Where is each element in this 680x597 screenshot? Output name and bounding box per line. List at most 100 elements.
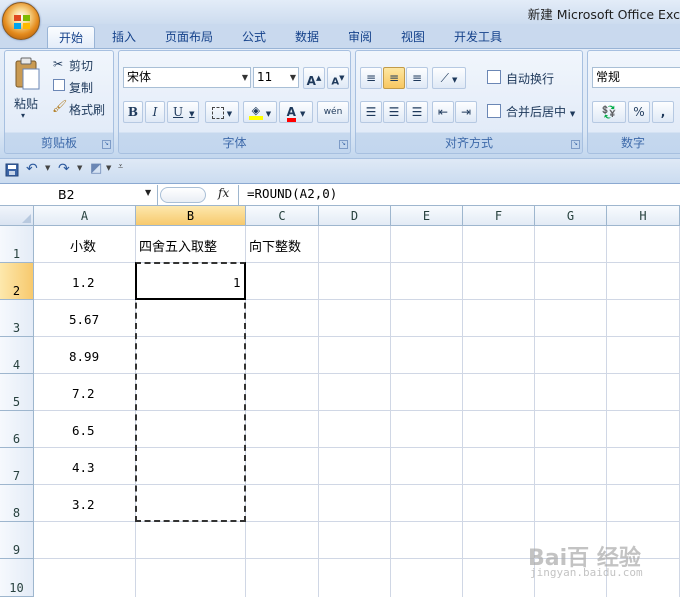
align-bottom-button[interactable]: ≡ xyxy=(406,67,428,89)
column-header-d[interactable]: D xyxy=(319,206,391,226)
active-cell-border xyxy=(135,262,246,300)
gridline xyxy=(34,336,680,337)
save-icon[interactable] xyxy=(5,163,19,177)
row-header-4[interactable]: 4 xyxy=(0,337,34,374)
row-header-6[interactable]: 6 xyxy=(0,411,34,448)
cell-a8[interactable]: 3.2 xyxy=(72,497,95,512)
column-header-e[interactable]: E xyxy=(391,206,463,226)
tab-home[interactable]: 开始 xyxy=(47,26,95,48)
decrease-indent-button[interactable]: ⇤ xyxy=(432,101,454,123)
clipboard-launcher-icon[interactable]: ↘ xyxy=(102,140,111,149)
alignment-group: ≡ ≡ ≡ ⟋ ▼ 自动换行 ☰ ☰ ☰ ⇤ ⇥ 合并后居中 ▼ 对齐方式 ↘ xyxy=(355,50,583,154)
font-color-button[interactable]: A ▼ xyxy=(279,101,313,123)
row-header-9[interactable]: 9 xyxy=(0,522,34,559)
font-color-icon: A xyxy=(286,106,296,122)
tab-page-layout[interactable]: 页面布局 xyxy=(157,26,221,48)
align-middle-button[interactable]: ≡ xyxy=(383,67,405,89)
cell-a1[interactable]: 小数 xyxy=(70,236,96,255)
comma-button[interactable]: , xyxy=(652,101,674,123)
align-left-icon: ☰ xyxy=(365,105,377,119)
paste-dropdown-icon[interactable]: ▾ xyxy=(21,111,25,120)
underline-button[interactable]: U ▼ xyxy=(167,101,199,123)
column-header-a[interactable]: A xyxy=(34,206,136,226)
row-number: 7 xyxy=(12,469,21,483)
increase-indent-icon: ⇥ xyxy=(460,105,472,119)
grow-font-button[interactable]: A▲ xyxy=(303,67,325,89)
tool-dropdown-icon[interactable]: ▼ xyxy=(106,164,111,172)
tab-data[interactable]: 数据 xyxy=(286,26,328,48)
cell-a3[interactable]: 5.67 xyxy=(69,312,99,327)
align-left-button[interactable]: ☰ xyxy=(360,101,382,123)
tab-formulas[interactable]: 公式 xyxy=(232,26,276,48)
customize-qat-icon[interactable]: ⩡ xyxy=(118,162,123,172)
wrap-text-icon xyxy=(487,70,501,84)
row-header-1[interactable]: 1 xyxy=(0,226,34,263)
cell-a7[interactable]: 4.3 xyxy=(72,460,95,475)
formula-bar-splitter[interactable] xyxy=(160,187,206,203)
column-header-f[interactable]: F xyxy=(463,206,535,226)
border-button[interactable]: ▼ xyxy=(205,101,239,123)
select-all-button[interactable] xyxy=(0,206,34,226)
row-header-10[interactable]: 10 xyxy=(0,559,34,597)
office-button[interactable] xyxy=(2,2,40,40)
row-number: 4 xyxy=(12,358,21,372)
paste-button[interactable]: 粘贴 xyxy=(14,95,38,112)
bold-button[interactable]: B xyxy=(123,101,143,123)
font-name-combo[interactable]: 宋体 ▼ xyxy=(123,67,251,88)
increase-indent-button[interactable]: ⇥ xyxy=(455,101,477,123)
row-header-3[interactable]: 3 xyxy=(0,300,34,337)
redo-dropdown-icon[interactable]: ▼ xyxy=(77,164,82,172)
chart-tool-icon[interactable]: ◩ xyxy=(90,161,102,176)
cell-b2[interactable]: 1 xyxy=(233,275,241,290)
cell-a5[interactable]: 7.2 xyxy=(72,386,95,401)
name-box-dropdown-icon[interactable]: ▼ xyxy=(145,188,151,197)
percent-button[interactable]: % xyxy=(628,101,650,123)
column-header-h[interactable]: H xyxy=(607,206,680,226)
column-header-g[interactable]: G xyxy=(535,206,607,226)
italic-button[interactable]: I xyxy=(145,101,165,123)
redo-icon[interactable]: ↷ xyxy=(58,161,70,177)
cell-a4[interactable]: 8.99 xyxy=(69,349,99,364)
row-header-2[interactable]: 2 xyxy=(0,263,34,300)
tab-view[interactable]: 视图 xyxy=(391,26,435,48)
orientation-button[interactable]: ⟋ ▼ xyxy=(432,67,466,89)
select-all-triangle-icon xyxy=(22,214,31,223)
fill-color-button[interactable]: ◈ ▼ xyxy=(243,101,277,123)
name-box[interactable]: B2 xyxy=(0,185,158,205)
tab-insert[interactable]: 插入 xyxy=(103,26,145,48)
column-header-b[interactable]: B xyxy=(136,206,246,226)
align-right-button[interactable]: ☰ xyxy=(406,101,428,123)
cell-a2[interactable]: 1.2 xyxy=(72,275,95,290)
align-top-button[interactable]: ≡ xyxy=(360,67,382,89)
font-launcher-icon[interactable]: ↘ xyxy=(339,140,348,149)
align-center-button[interactable]: ☰ xyxy=(383,101,405,123)
row-header-7[interactable]: 7 xyxy=(0,448,34,485)
gridline xyxy=(34,521,680,522)
row-header-8[interactable]: 8 xyxy=(0,485,34,522)
format-painter-icon: 🖌 xyxy=(52,99,68,113)
worksheet-grid[interactable] xyxy=(0,206,680,597)
phonetic-button[interactable]: wén xyxy=(317,101,349,123)
accounting-format-button[interactable]: 💱 xyxy=(592,101,626,123)
insert-function-button[interactable]: fx xyxy=(218,186,229,200)
cell-c1[interactable]: 向下整数 xyxy=(249,236,301,255)
wrap-text-button[interactable]: 自动换行 xyxy=(506,70,554,87)
cut-button[interactable]: 剪切 xyxy=(69,57,93,74)
copy-button[interactable]: 复制 xyxy=(69,79,93,96)
formula-input[interactable]: =ROUND(A2,0) xyxy=(247,186,337,201)
chevron-down-icon: ▼ xyxy=(289,73,296,82)
alignment-launcher-icon[interactable]: ↘ xyxy=(571,140,580,149)
cell-a6[interactable]: 6.5 xyxy=(72,423,95,438)
font-size-combo[interactable]: 11 ▼ xyxy=(253,67,299,88)
cell-b1[interactable]: 四舍五入取整 xyxy=(139,236,217,255)
row-header-5[interactable]: 5 xyxy=(0,374,34,411)
number-format-combo[interactable]: 常规 xyxy=(592,67,680,88)
tab-review[interactable]: 审阅 xyxy=(338,26,382,48)
tab-developer[interactable]: 开发工具 xyxy=(446,26,510,48)
merge-center-button[interactable]: 合并后居中 ▼ xyxy=(506,103,575,120)
undo-icon[interactable]: ↶ xyxy=(26,161,38,177)
column-header-c[interactable]: C xyxy=(246,206,319,226)
shrink-font-button[interactable]: A▼ xyxy=(327,67,349,89)
format-painter-button[interactable]: 格式刷 xyxy=(69,101,105,118)
undo-dropdown-icon[interactable]: ▼ xyxy=(45,164,50,172)
